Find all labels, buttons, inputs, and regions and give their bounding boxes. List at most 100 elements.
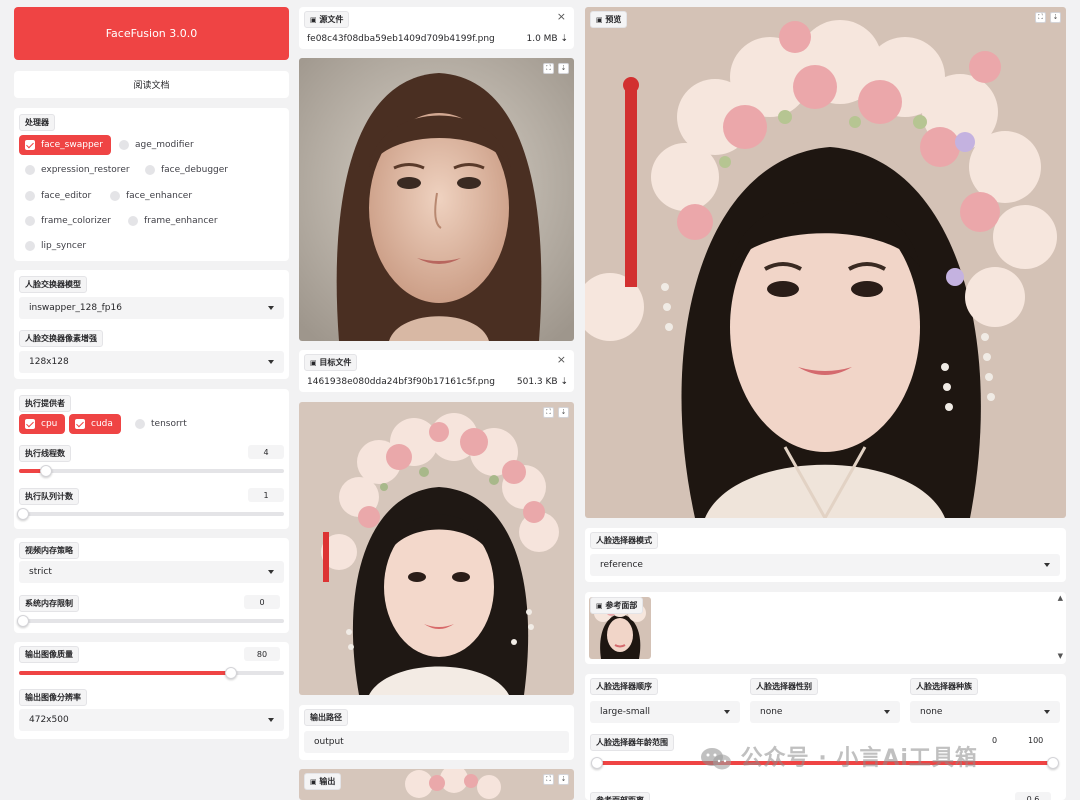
swapper-card: 人脸交换器模型 inswapper_128_fp16 人脸交换器像素增强 128… [14,270,289,379]
output-resolution-select[interactable]: 472x500 [19,709,284,731]
face-selector-order-select[interactable]: large-small [590,701,740,723]
processors-label: 处理器 [19,114,55,131]
provider-tensorrt[interactable]: tensorrt [129,414,195,434]
memory-limit-input[interactable]: 0 [244,595,280,609]
memory-strategy-label: 视频内存策略 [19,542,79,559]
checkbox-icon [25,419,35,429]
scroll-up-icon[interactable]: ▲ [1058,594,1063,602]
face-selector-mode-label: 人脸选择器模式 [590,532,658,549]
target-image: ⛶ ⇣ [299,402,574,695]
threads-label: 执行线程数 [19,445,71,462]
checkbox-icon [25,216,35,226]
swapper-pixel-select[interactable]: 128x128 [19,351,284,373]
output-image: ▣ 输出 ⛶ ⇣ [299,769,574,800]
processors-card: 处理器 face_swapper age_modifier expression_r… [14,108,289,261]
source-close-button[interactable]: × [557,10,566,23]
queue-slider-thumb[interactable] [17,508,29,520]
queue-input[interactable]: 1 [248,488,284,502]
target-filename[interactable]: 1461938e080dda24bf3f90b17161c5f.png [307,377,495,387]
processor-label: face_enhancer [126,191,193,201]
checkbox-icon [25,165,35,175]
download-icon[interactable]: ⇣ [558,774,569,785]
output-path-input[interactable]: output [304,731,569,753]
memory-strategy-select[interactable]: strict [19,561,284,583]
memory-limit-slider[interactable] [17,615,284,627]
download-icon[interactable]: ⇣ [558,407,569,418]
target-file-label: ▣ 目标文件 [304,354,358,371]
wechat-icon [700,747,732,771]
processor-age-modifier[interactable]: age_modifier [113,135,202,155]
checkbox-icon [145,165,155,175]
fullscreen-icon[interactable]: ⛶ [543,63,554,74]
app-title-button[interactable]: FaceFusion 3.0.0 [14,7,289,60]
processor-frame-colorizer[interactable]: frame_colorizer [19,211,119,231]
output-image-label-text: 输出 [319,777,336,786]
face-selector-gender-select[interactable]: none [750,701,900,723]
providers-label: 执行提供者 [19,395,71,412]
processor-face-swapper[interactable]: face_swapper [19,135,111,155]
image-icon: ▣ [310,778,317,786]
fullscreen-icon[interactable]: ⛶ [543,407,554,418]
threads-slider-thumb[interactable] [40,465,52,477]
image-icon: ▣ [310,16,317,24]
processor-face-enhancer[interactable]: face_enhancer [104,186,200,206]
swapper-model-select[interactable]: inswapper_128_fp16 [19,297,284,319]
processor-label: frame_enhancer [144,216,218,226]
threads-input[interactable]: 4 [248,445,284,459]
chevron-down-icon [268,360,274,364]
memory-card: 视频内存策略 strict 系统内存限制 0 [14,538,289,633]
read-docs-button[interactable]: 阅读文档 [14,71,289,98]
processor-frame-enhancer[interactable]: frame_enhancer [122,211,226,231]
face-selector-order-label: 人脸选择器顺序 [590,678,658,695]
face-selector-age-max[interactable]: 100 [1028,736,1043,745]
scroll-down-icon[interactable]: ▼ [1058,652,1063,660]
queue-label: 执行队列计数 [19,488,79,505]
output-path-value: output [314,737,344,747]
swapper-pixel-value: 128x128 [29,357,69,367]
download-icon[interactable]: ⇣ [1050,12,1061,23]
source-filesize: 1.0 MB ⇣ [526,34,568,44]
checkbox-icon [110,191,120,201]
provider-cuda[interactable]: cuda [69,414,121,434]
checkbox-icon [25,241,35,251]
fullscreen-icon[interactable]: ⛶ [1035,12,1046,23]
target-file-card: ▣ 目标文件 × 1461938e080dda24bf3f90b17161c5f… [299,350,574,392]
processor-label: lip_syncer [41,241,87,251]
output-quality-input[interactable]: 80 [244,647,280,661]
face-selector-age-min[interactable]: 0 [992,736,997,745]
fullscreen-icon[interactable]: ⛶ [543,774,554,785]
face-selector-mode-card: 人脸选择器模式 reference [585,528,1066,582]
chevron-down-icon [884,710,890,714]
output-quality-slider[interactable] [19,667,284,679]
chevron-down-icon [268,306,274,310]
preview-label: ▣ 预览 [590,11,628,28]
target-close-button[interactable]: × [557,353,566,366]
source-filename[interactable]: fe08c43f08dba59eb1409d709b4199f.png [307,34,495,44]
download-icon[interactable]: ⇣ [558,63,569,74]
threads-slider[interactable] [19,465,284,477]
age-slider-min-thumb[interactable] [591,757,603,769]
output-resolution-label: 输出图像分辨率 [19,689,87,706]
processor-label: face_editor [41,191,92,201]
chevron-down-icon [268,570,274,574]
memory-limit-label: 系统内存限制 [19,595,79,612]
face-selector-mode-select[interactable]: reference [590,554,1060,576]
age-slider-max-thumb[interactable] [1047,757,1059,769]
face-selector-race-select[interactable]: none [910,701,1060,723]
processor-label: expression_restorer [41,165,130,175]
chevron-down-icon [724,710,730,714]
processor-face-debugger[interactable]: face_debugger [139,160,236,180]
output-quality-slider-thumb[interactable] [225,667,237,679]
provider-cpu[interactable]: cpu [19,414,66,434]
queue-slider[interactable] [17,508,284,520]
reference-distance-input[interactable]: 0.6 [1015,792,1051,800]
processor-expression-restorer[interactable]: expression_restorer [19,160,138,180]
source-file-label: ▣ 源文件 [304,11,350,28]
processor-face-editor[interactable]: face_editor [19,186,99,206]
output-path-label: 输出路径 [304,709,348,726]
face-selector-gender-label: 人脸选择器性别 [750,678,818,695]
processor-label: frame_colorizer [41,216,111,226]
processor-lip-syncer[interactable]: lip_syncer [19,236,94,256]
memory-limit-slider-thumb[interactable] [17,615,29,627]
checkbox-icon [25,191,35,201]
